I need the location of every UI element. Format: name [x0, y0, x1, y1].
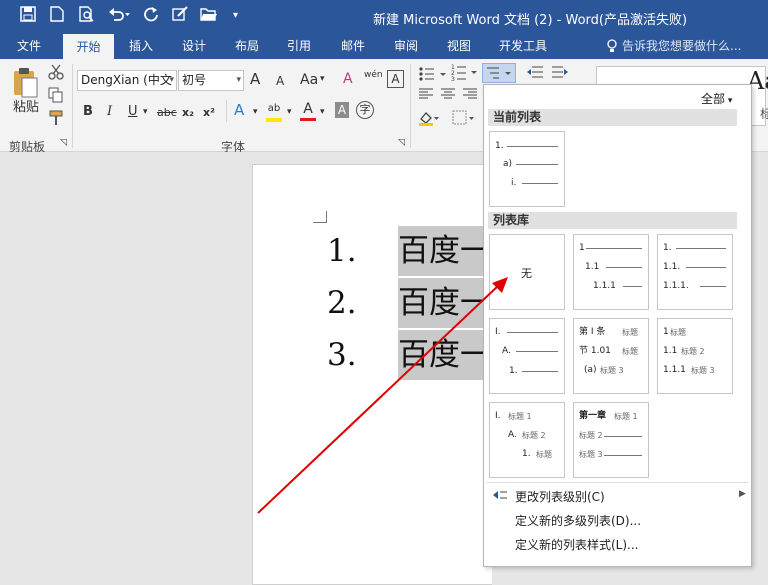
annotation-arrow: [257, 277, 508, 514]
